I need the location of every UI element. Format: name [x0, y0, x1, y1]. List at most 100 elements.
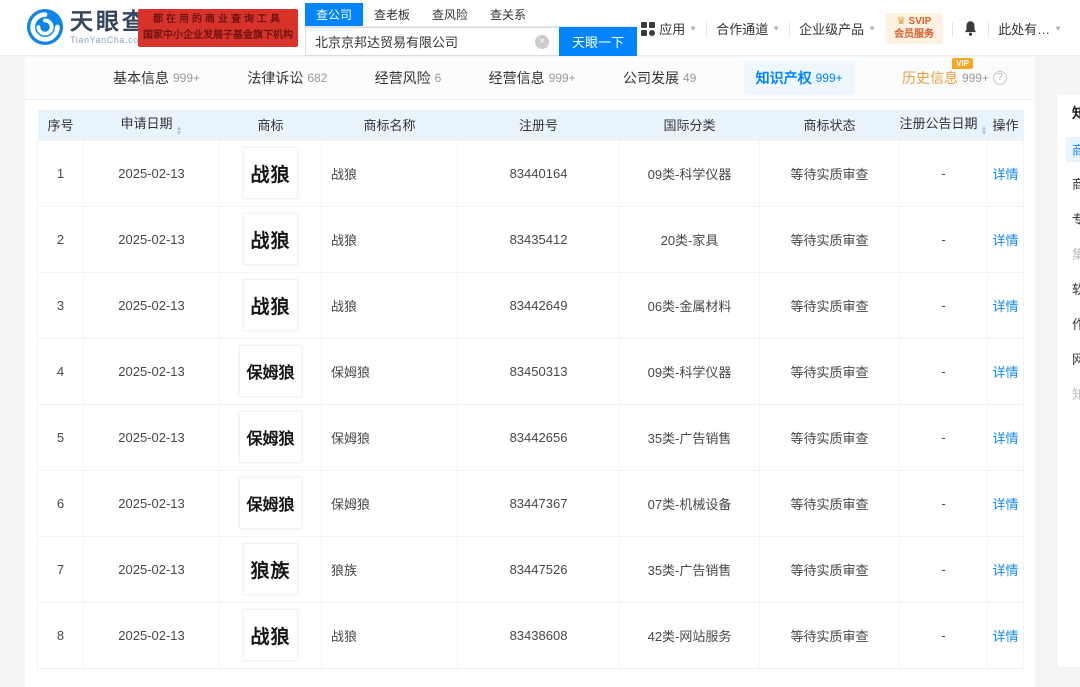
section-tab-经营风险[interactable]: 经营风险6 [375, 68, 442, 88]
side-panel-item-0[interactable]: 商 [1066, 137, 1080, 162]
cell-registration-number: 83442656 [458, 404, 620, 470]
side-panel-item-5[interactable]: 作 [1072, 314, 1080, 333]
cell-intl-class: 06类-金属材料 [620, 272, 760, 338]
cell-publication-date: - [900, 536, 988, 602]
side-panel-item-2[interactable]: 专 [1072, 209, 1080, 228]
detail-link[interactable]: 详情 [992, 629, 1018, 644]
nav-apps-label: 应用 [659, 19, 685, 38]
crown-icon: ♛ [897, 16, 906, 27]
section-tab-历史信息[interactable]: VIP历史信息999+? [902, 68, 1007, 88]
sort-desc-icon: ▼ [981, 131, 988, 136]
column-header-label: 商标状态 [803, 118, 855, 133]
side-panel-item-6[interactable]: 网 [1072, 349, 1080, 368]
search-tab-查关系[interactable]: 查关系 [479, 3, 537, 26]
cell-registration-number: 83447526 [458, 536, 620, 602]
cell-trademark-name: 战狼 [322, 272, 458, 338]
section-tab-法律诉讼[interactable]: 法律诉讼682 [247, 68, 327, 88]
bell-icon[interactable] [962, 20, 979, 37]
section-tab-基本信息[interactable]: 基本信息999+ [113, 68, 200, 88]
column-header-序号: 序号 [38, 110, 84, 140]
clear-search-icon[interactable]: × [535, 35, 549, 49]
section-tab-label: 经营信息 [489, 68, 545, 88]
detail-link[interactable]: 详情 [992, 167, 1018, 182]
detail-link[interactable]: 详情 [992, 233, 1018, 248]
column-header-操作: 操作 [988, 110, 1024, 140]
cell-publication-date: - [900, 272, 988, 338]
trademark-image[interactable]: 保姆狼 [239, 477, 301, 529]
search-tab-查公司[interactable]: 查公司 [305, 3, 363, 26]
search-tab-查风险[interactable]: 查风险 [421, 3, 479, 26]
column-header-申请日期: 申请日期▲▼ [84, 110, 220, 140]
cell-trademark-name: 战狼 [322, 206, 458, 272]
cell-trademark-status: 等待实质审查 [760, 140, 900, 206]
detail-link[interactable]: 详情 [992, 563, 1018, 578]
trademark-image[interactable]: 保姆狼 [239, 411, 301, 463]
trademark-table: 序号申请日期▲▼商标商标名称注册号国际分类商标状态注册公告日期▲▼操作 1202… [37, 110, 1024, 669]
trademark-table-body: 12025-02-13战狼战狼8344016409类-科学仪器等待实质审查-详情… [38, 140, 1024, 668]
tianyancha-logo[interactable]: 天眼查 TianYanCha.com [26, 8, 148, 46]
svip-label: SVIP [909, 16, 932, 27]
section-tab-bar: 基本信息999+ 法律诉讼682 经营风险6 经营信息999+ 公司发展49 知识产权99… [25, 57, 1035, 100]
cell-action: 详情 [988, 338, 1024, 404]
trademark-image[interactable]: 狼族 [243, 543, 297, 595]
cell-trademark-image: 保姆狼 [220, 338, 322, 404]
search-button[interactable]: 天眼一下 [559, 27, 637, 56]
svip-membership-badge[interactable]: ♛ SVIP 会员服务 [885, 13, 943, 44]
table-row: 12025-02-13战狼战狼8344016409类-科学仪器等待实质审查-详情 [38, 140, 1024, 206]
trademark-image[interactable]: 战狼 [243, 147, 297, 199]
detail-link[interactable]: 详情 [992, 431, 1018, 446]
cell-registration-number: 83442649 [458, 272, 620, 338]
trademark-table-header: 序号申请日期▲▼商标商标名称注册号国际分类商标状态注册公告日期▲▼操作 [38, 110, 1024, 140]
column-header-label: 序号 [47, 118, 73, 133]
cell-action: 详情 [988, 602, 1024, 668]
cell-trademark-image: 保姆狼 [220, 404, 322, 470]
side-panel-item-4[interactable]: 软 [1072, 279, 1080, 298]
detail-link[interactable]: 详情 [992, 497, 1018, 512]
search-tab-查老板[interactable]: 查老板 [363, 3, 421, 26]
section-tab-label: 历史信息 [902, 68, 958, 88]
section-tab-经营信息[interactable]: 经营信息999+ [489, 68, 576, 88]
nav-enterprise-label: 企业级产品 [799, 19, 864, 38]
cell-action: 详情 [988, 140, 1024, 206]
nav-more[interactable]: 此处有… ▼ [998, 19, 1062, 38]
section-tab-count: 682 [307, 71, 327, 85]
table-row: 42025-02-13保姆狼保姆狼8345031309类-科学仪器等待实质审查-… [38, 338, 1024, 404]
trademark-image[interactable]: 保姆狼 [239, 345, 301, 397]
detail-link[interactable]: 详情 [992, 365, 1018, 380]
trademark-image[interactable]: 战狼 [243, 609, 297, 661]
ip-side-panel: 知识产权 商商专集软作网知 [1058, 95, 1080, 667]
side-panel-item-3[interactable]: 集 [1072, 244, 1080, 263]
trademark-image[interactable]: 战狼 [243, 279, 297, 331]
nav-partner-channel[interactable]: 合作通道 ▼ [716, 19, 780, 38]
nav-apps[interactable]: 应用 ▼ [641, 19, 697, 38]
cell-publication-date: - [900, 206, 988, 272]
cell-publication-date: - [900, 338, 988, 404]
nav-enterprise-products[interactable]: 企业级产品 ▼ [799, 19, 876, 38]
detail-link[interactable]: 详情 [992, 299, 1018, 314]
cell-trademark-name: 保姆狼 [322, 338, 458, 404]
cell-action: 详情 [988, 404, 1024, 470]
search-box: 查公司查老板查风险查关系 × 天眼一下 [305, 3, 637, 56]
trademark-image[interactable]: 战狼 [243, 213, 297, 265]
section-tab-知识产权[interactable]: 知识产权999+ [744, 61, 855, 95]
cell-registration-number: 83438608 [458, 602, 620, 668]
cell-index: 2 [38, 206, 84, 272]
vip-badge: VIP [952, 58, 973, 69]
side-panel-item-1[interactable]: 商 [1072, 174, 1080, 193]
cell-index: 8 [38, 602, 84, 668]
cell-index: 7 [38, 536, 84, 602]
help-icon[interactable]: ? [993, 71, 1007, 85]
cell-trademark-status: 等待实质审查 [760, 206, 900, 272]
sort-icon[interactable]: ▲▼ [176, 126, 183, 136]
cell-trademark-name: 战狼 [322, 602, 458, 668]
cell-index: 4 [38, 338, 84, 404]
search-input[interactable] [305, 27, 559, 56]
column-header-label: 注册公告日期 [900, 116, 978, 131]
section-tab-公司发展[interactable]: 公司发展49 [623, 68, 696, 88]
side-panel-item-7[interactable]: 知 [1072, 384, 1080, 403]
cell-registration-number: 83435412 [458, 206, 620, 272]
cell-apply-date: 2025-02-13 [84, 470, 220, 536]
promo-banner: 都在用的商业查询工具 国家中小企业发展子基金旗下机构 [138, 9, 298, 47]
cell-intl-class: 20类-家具 [620, 206, 760, 272]
sort-icon[interactable]: ▲▼ [981, 126, 988, 136]
